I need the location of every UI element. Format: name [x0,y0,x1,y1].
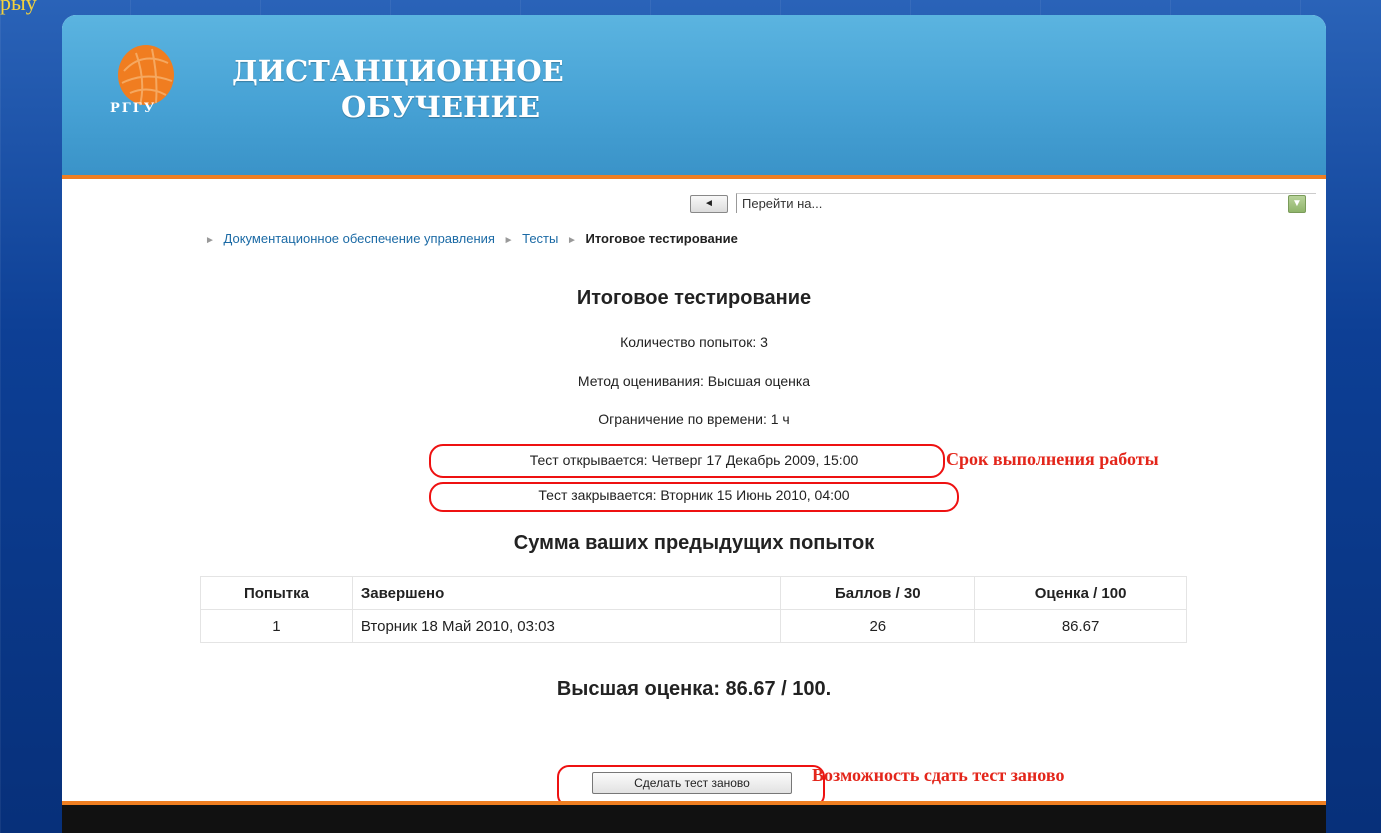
column-header: Завершено [351,576,782,610]
column-header: Оценка / 100 [974,576,1187,610]
site-title-line1: ДИСТАНЦИОННОЕ [232,54,564,88]
site-title[interactable]: ДИСТАНЦИОННОЕ ОБУЧЕНИЕ [232,53,564,125]
chevron-down-icon[interactable]: ▼ [1288,195,1306,213]
breadcrumb-link-tests[interactable]: Тесты [522,231,558,246]
attempt-number: 1 [200,609,353,643]
attempt-points: 26 [780,609,976,643]
browser-page: РГГУ ДИСТАНЦИОННОЕ ОБУЧЕНИЕ ◄ Перейти на… [62,15,1326,833]
column-header: Баллов / 30 [780,576,976,610]
logo-label: РГГУ [110,101,157,116]
page-title: Итоговое тестирование [576,287,812,309]
jump-to-select[interactable]: Перейти на... [736,193,1316,213]
site-footer [62,801,1326,833]
breadcrumb-arrow-icon: ► [566,235,577,246]
annotation-deadline: Срок выполнения работы [946,449,1159,469]
summary-title: Сумма ваших предыдущих попыток [513,532,875,554]
time-limit: Ограничение по времени: 1 ч [598,411,790,427]
attempt-completed: Вторник 18 Май 2010, 03:03 [351,609,782,643]
table-row: 1 Вторник 18 Май 2010, 03:03 26 86.67 [200,609,1187,643]
grading-method: Метод оценивания: Высшая оценка [577,373,811,389]
retake-quiz-button[interactable]: Сделать тест заново [592,772,792,794]
breadcrumb-arrow-icon: ► [205,235,215,246]
breadcrumb-arrow-icon: ► [503,235,514,246]
best-grade: Высшая оценка: 86.67 / 100. [556,678,832,700]
annotation-oval-close [429,482,959,512]
attempt-grade: 86.67 [974,609,1187,643]
back-button[interactable]: ◄ [690,195,728,213]
annotation-oval-open [429,444,945,478]
corner-text: рыу [0,0,37,15]
attempts-table: Попытка Завершено Баллов / 30 Оценка / 1… [200,576,1187,643]
site-title-line2: ОБУЧЕНИЕ [341,90,541,124]
site-header: РГГУ ДИСТАНЦИОННОЕ ОБУЧЕНИЕ [62,15,1326,179]
column-header: Попытка [200,576,353,610]
breadcrumb-link-course[interactable]: Документационное обеспечение управления [224,231,495,246]
table-header-row: Попытка Завершено Баллов / 30 Оценка / 1… [200,576,1187,610]
attempts-allowed: Количество попыток: 3 [620,334,768,350]
breadcrumb: ► Документационное обеспечение управлени… [200,231,738,246]
breadcrumb-current: Итоговое тестирование [585,231,738,246]
annotation-retake: Возможность сдать тест заново [812,765,1065,785]
